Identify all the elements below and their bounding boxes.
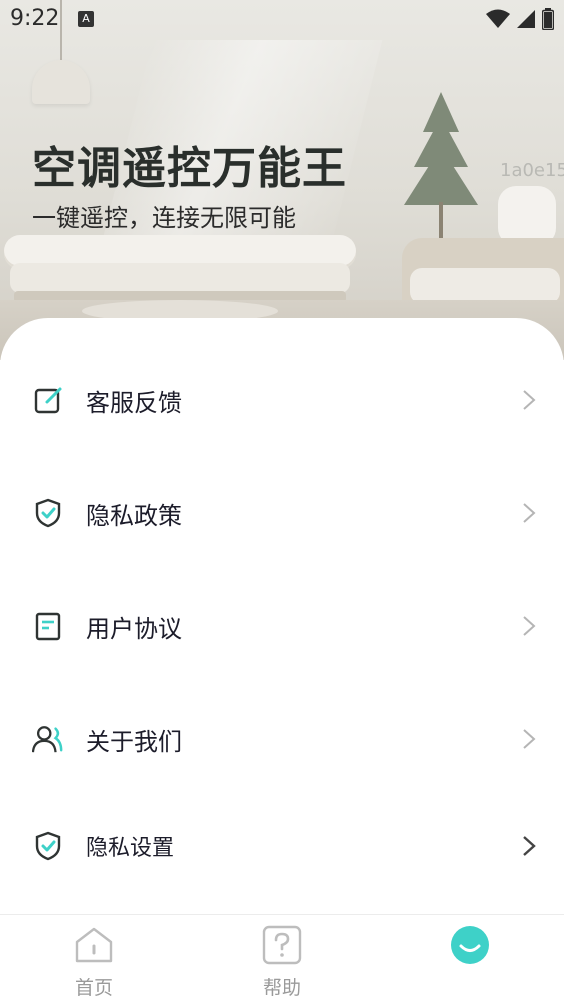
pillow-decoration [498, 186, 556, 246]
tab-label: 帮助 [262, 977, 301, 999]
tab-help[interactable]: 帮助 [232, 921, 332, 1001]
wifi-icon [486, 9, 510, 28]
edit-icon [32, 384, 64, 416]
home-icon [74, 925, 114, 965]
menu-item-privacy-settings[interactable]: 隐私设置 [0, 806, 564, 886]
pendant-lamp [32, 60, 90, 104]
tab-profile[interactable] [420, 921, 520, 1001]
signal-icon [517, 10, 535, 28]
status-time: 9:22 [10, 6, 60, 31]
status-bar: 9:22 A [0, 0, 564, 38]
chevron-right-icon [523, 503, 536, 523]
document-icon [32, 610, 64, 642]
menu-item-privacy-policy[interactable]: 隐私政策 [0, 473, 564, 553]
menu-item-label: 关于我们 [86, 727, 182, 756]
menu-item-label: 用户协议 [86, 614, 182, 643]
menu-item-label: 客服反馈 [86, 388, 182, 417]
menu-item-label: 隐私政策 [86, 501, 182, 530]
tab-label: 首页 [74, 977, 113, 999]
menu-item-label: 隐私设置 [86, 836, 175, 861]
menu-item-about-us[interactable]: 关于我们 [0, 699, 564, 779]
notification-badge-icon: A [78, 11, 94, 27]
smile-icon [450, 925, 490, 965]
battery-icon [542, 8, 554, 30]
menu-card: 客服反馈 隐私政策 用户协议 关于我们 隐私设置 [0, 318, 564, 918]
chevron-right-icon [523, 836, 536, 856]
plant-decoration [396, 92, 486, 252]
chevron-right-icon [523, 616, 536, 636]
bottom-tab-bar: 首页 帮助 [0, 914, 564, 1004]
status-icons [486, 8, 554, 30]
shield-check-icon [32, 830, 64, 862]
app-title: 空调遥控万能王 [32, 143, 347, 194]
tab-home[interactable]: 首页 [44, 921, 144, 1001]
user-icon [32, 723, 64, 755]
version-code: 1a0e15 [500, 160, 564, 181]
sofa-decoration [4, 235, 356, 305]
shield-check-icon [32, 497, 64, 529]
chevron-right-icon [523, 729, 536, 749]
help-icon [262, 925, 302, 965]
app-subtitle: 一键遥控，连接无限可能 [32, 204, 296, 232]
menu-item-user-agreement[interactable]: 用户协议 [0, 586, 564, 666]
chevron-right-icon [523, 390, 536, 410]
menu-item-feedback[interactable]: 客服反馈 [0, 360, 564, 440]
